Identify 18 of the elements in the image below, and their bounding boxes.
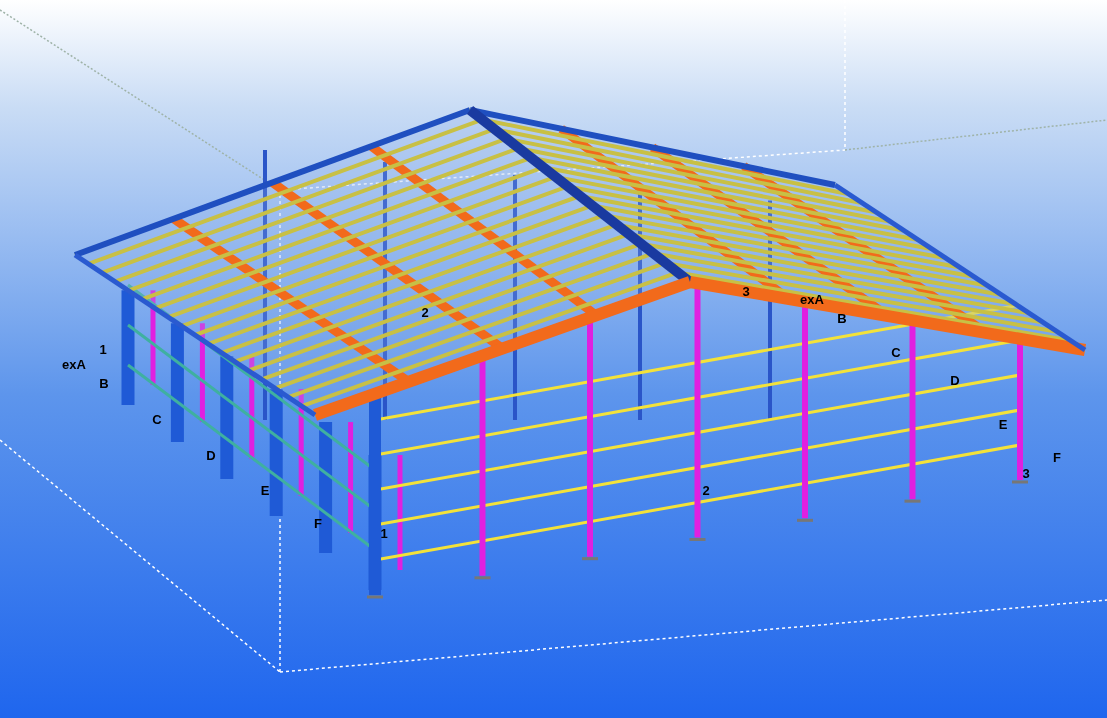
- grid-label: 2: [702, 483, 710, 497]
- grid-label: C: [891, 345, 901, 359]
- grid-label: D: [950, 373, 960, 387]
- grid-label: 3: [742, 284, 750, 298]
- grid-label: B: [99, 376, 109, 390]
- grid-label: 3: [1022, 466, 1030, 480]
- grid-label: 1: [99, 342, 107, 356]
- grid-label: C: [152, 412, 162, 426]
- grid-label: exA: [800, 292, 824, 306]
- grid-label: B: [837, 311, 847, 325]
- grid-label: 1: [380, 526, 388, 540]
- grid-label: D: [206, 448, 216, 462]
- grid-label: E: [260, 483, 270, 497]
- grid-label: exA: [62, 357, 86, 371]
- grid-label: F: [314, 516, 322, 530]
- grid-label: 2: [421, 305, 429, 319]
- grid-label: E: [998, 417, 1008, 431]
- grid-label: F: [1053, 450, 1061, 464]
